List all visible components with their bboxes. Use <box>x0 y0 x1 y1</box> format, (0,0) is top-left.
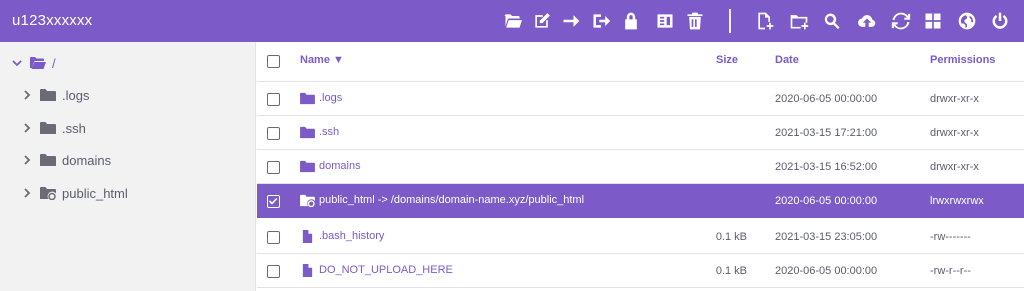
table-row[interactable]: .bash_history 0.1 kB 2021-03-15 23:05:00… <box>257 220 1024 254</box>
folder-icon <box>300 91 316 105</box>
tree-item-label: .logs <box>62 87 90 103</box>
tree-item-label: .ssh <box>62 120 86 136</box>
column-header-name[interactable]: Name ▼ <box>300 54 344 66</box>
table-row-selected[interactable]: public_html -> /domains/domain-name.xyz/… <box>257 184 1024 218</box>
file-name[interactable]: DO_NOT_UPLOAD_HERE <box>319 264 453 276</box>
column-header-permissions[interactable]: Permissions <box>930 54 995 66</box>
file-permissions: -rw------- <box>930 231 971 243</box>
tree-item-ssh[interactable]: .ssh <box>20 116 86 140</box>
folder-icon <box>300 159 316 173</box>
file-name-cell[interactable]: .ssh <box>300 125 339 139</box>
row-checkbox[interactable] <box>267 265 280 278</box>
folder-icon <box>40 120 58 136</box>
folder-link-icon <box>40 185 58 201</box>
file-date: 2021-03-15 17:21:00 <box>775 127 878 139</box>
file-permissions: drwxr-xr-x <box>930 161 979 173</box>
select-all-checkbox[interactable] <box>267 55 280 68</box>
file-name-cell[interactable]: .logs <box>300 91 342 105</box>
file-icon <box>300 229 316 243</box>
new-folder-icon[interactable] <box>788 10 810 32</box>
file-size: 0.1 kB <box>715 231 747 243</box>
file-name[interactable]: public_html -> /domains/domain-name.xyz/… <box>319 194 584 206</box>
tree-item-label: public_html <box>62 185 128 201</box>
file-date: 2020-06-05 00:00:00 <box>775 93 878 105</box>
sign-out-icon[interactable] <box>590 10 612 32</box>
file-size: 0.1 kB <box>715 265 747 277</box>
tree-root-label: / <box>52 55 56 71</box>
file-date: 2020-06-05 00:00:00 <box>775 265 878 277</box>
folder-link-icon <box>300 193 316 207</box>
row-checkbox[interactable] <box>267 127 280 140</box>
account-title: u123xxxxxx <box>12 12 93 29</box>
toolbar-divider <box>729 9 731 33</box>
edit-icon[interactable] <box>531 10 553 32</box>
table-row[interactable]: domains 2021-03-15 16:52:00 drwxr-xr-x <box>257 150 1024 184</box>
chevron-right-icon[interactable] <box>20 121 34 135</box>
folder-icon <box>40 152 58 168</box>
globe-icon[interactable] <box>956 10 978 32</box>
file-permissions: drwxr-xr-x <box>930 127 979 139</box>
tree-item-public-html[interactable]: public_html <box>20 181 128 205</box>
table-header: Name ▼ Size Date Permissions <box>257 42 1024 82</box>
folder-icon <box>300 125 316 139</box>
chevron-right-icon[interactable] <box>20 88 34 102</box>
column-header-size[interactable]: Size <box>716 54 738 66</box>
file-name-cell[interactable]: domains <box>300 159 361 173</box>
folder-open-icon[interactable] <box>502 10 524 32</box>
chevron-right-icon[interactable] <box>20 186 34 200</box>
tree-root[interactable]: / <box>10 51 56 75</box>
file-permissions: drwxr-xr-x <box>930 93 979 105</box>
upload-cloud-icon[interactable] <box>856 10 878 32</box>
top-bar: u123xxxxxx <box>0 0 1024 42</box>
file-list: Name ▼ Size Date Permissions .logs 2020-… <box>257 42 1024 291</box>
file-name[interactable]: domains <box>319 160 361 172</box>
tree-item-label: domains <box>62 152 112 168</box>
grid-view-icon[interactable] <box>922 10 944 32</box>
power-icon[interactable] <box>989 10 1011 32</box>
file-date: 2021-03-15 16:52:00 <box>775 161 878 173</box>
trash-icon[interactable] <box>684 10 706 32</box>
file-name-cell[interactable]: DO_NOT_UPLOAD_HERE <box>300 263 453 277</box>
lock-icon[interactable] <box>620 10 642 32</box>
column-header-date[interactable]: Date <box>775 54 799 66</box>
file-name[interactable]: .logs <box>319 92 342 104</box>
file-name[interactable]: .bash_history <box>319 230 384 242</box>
table-row[interactable]: .logs 2020-06-05 00:00:00 drwxr-xr-x <box>257 82 1024 116</box>
folder-tree-sidebar: / .logs .ssh domains public_html <box>0 42 256 291</box>
table-row[interactable]: DO_NOT_UPLOAD_HERE 0.1 kB 2020-06-05 00:… <box>257 254 1024 288</box>
file-icon <box>300 263 316 277</box>
chevron-down-icon[interactable] <box>10 56 24 70</box>
folder-open-icon <box>30 55 48 71</box>
tree-item-logs[interactable]: .logs <box>20 83 89 107</box>
chevron-right-icon[interactable] <box>20 153 34 167</box>
tree-item-domains[interactable]: domains <box>20 148 111 172</box>
file-permissions: -rw-r--r-- <box>930 265 971 277</box>
row-checkbox[interactable] <box>267 231 280 244</box>
file-name-cell[interactable]: public_html -> /domains/domain-name.xyz/… <box>300 193 584 207</box>
row-checkbox[interactable] <box>267 161 280 174</box>
row-checkbox[interactable] <box>267 93 280 106</box>
file-date: 2020-06-05 00:00:00 <box>775 195 878 207</box>
move-arrow-icon[interactable] <box>560 10 582 32</box>
archive-icon[interactable] <box>654 10 676 32</box>
file-name-cell[interactable]: .bash_history <box>300 229 384 243</box>
folder-icon <box>40 87 58 103</box>
table-row[interactable]: .ssh 2021-03-15 17:21:00 drwxr-xr-x <box>257 116 1024 150</box>
file-name[interactable]: .ssh <box>319 126 339 138</box>
new-file-icon[interactable] <box>754 10 776 32</box>
row-checkbox-checked[interactable] <box>267 195 280 208</box>
file-permissions: lrwxrwxrwx <box>930 195 984 207</box>
search-icon[interactable] <box>821 10 843 32</box>
file-date: 2021-03-15 23:05:00 <box>775 231 878 243</box>
refresh-icon[interactable] <box>890 10 912 32</box>
